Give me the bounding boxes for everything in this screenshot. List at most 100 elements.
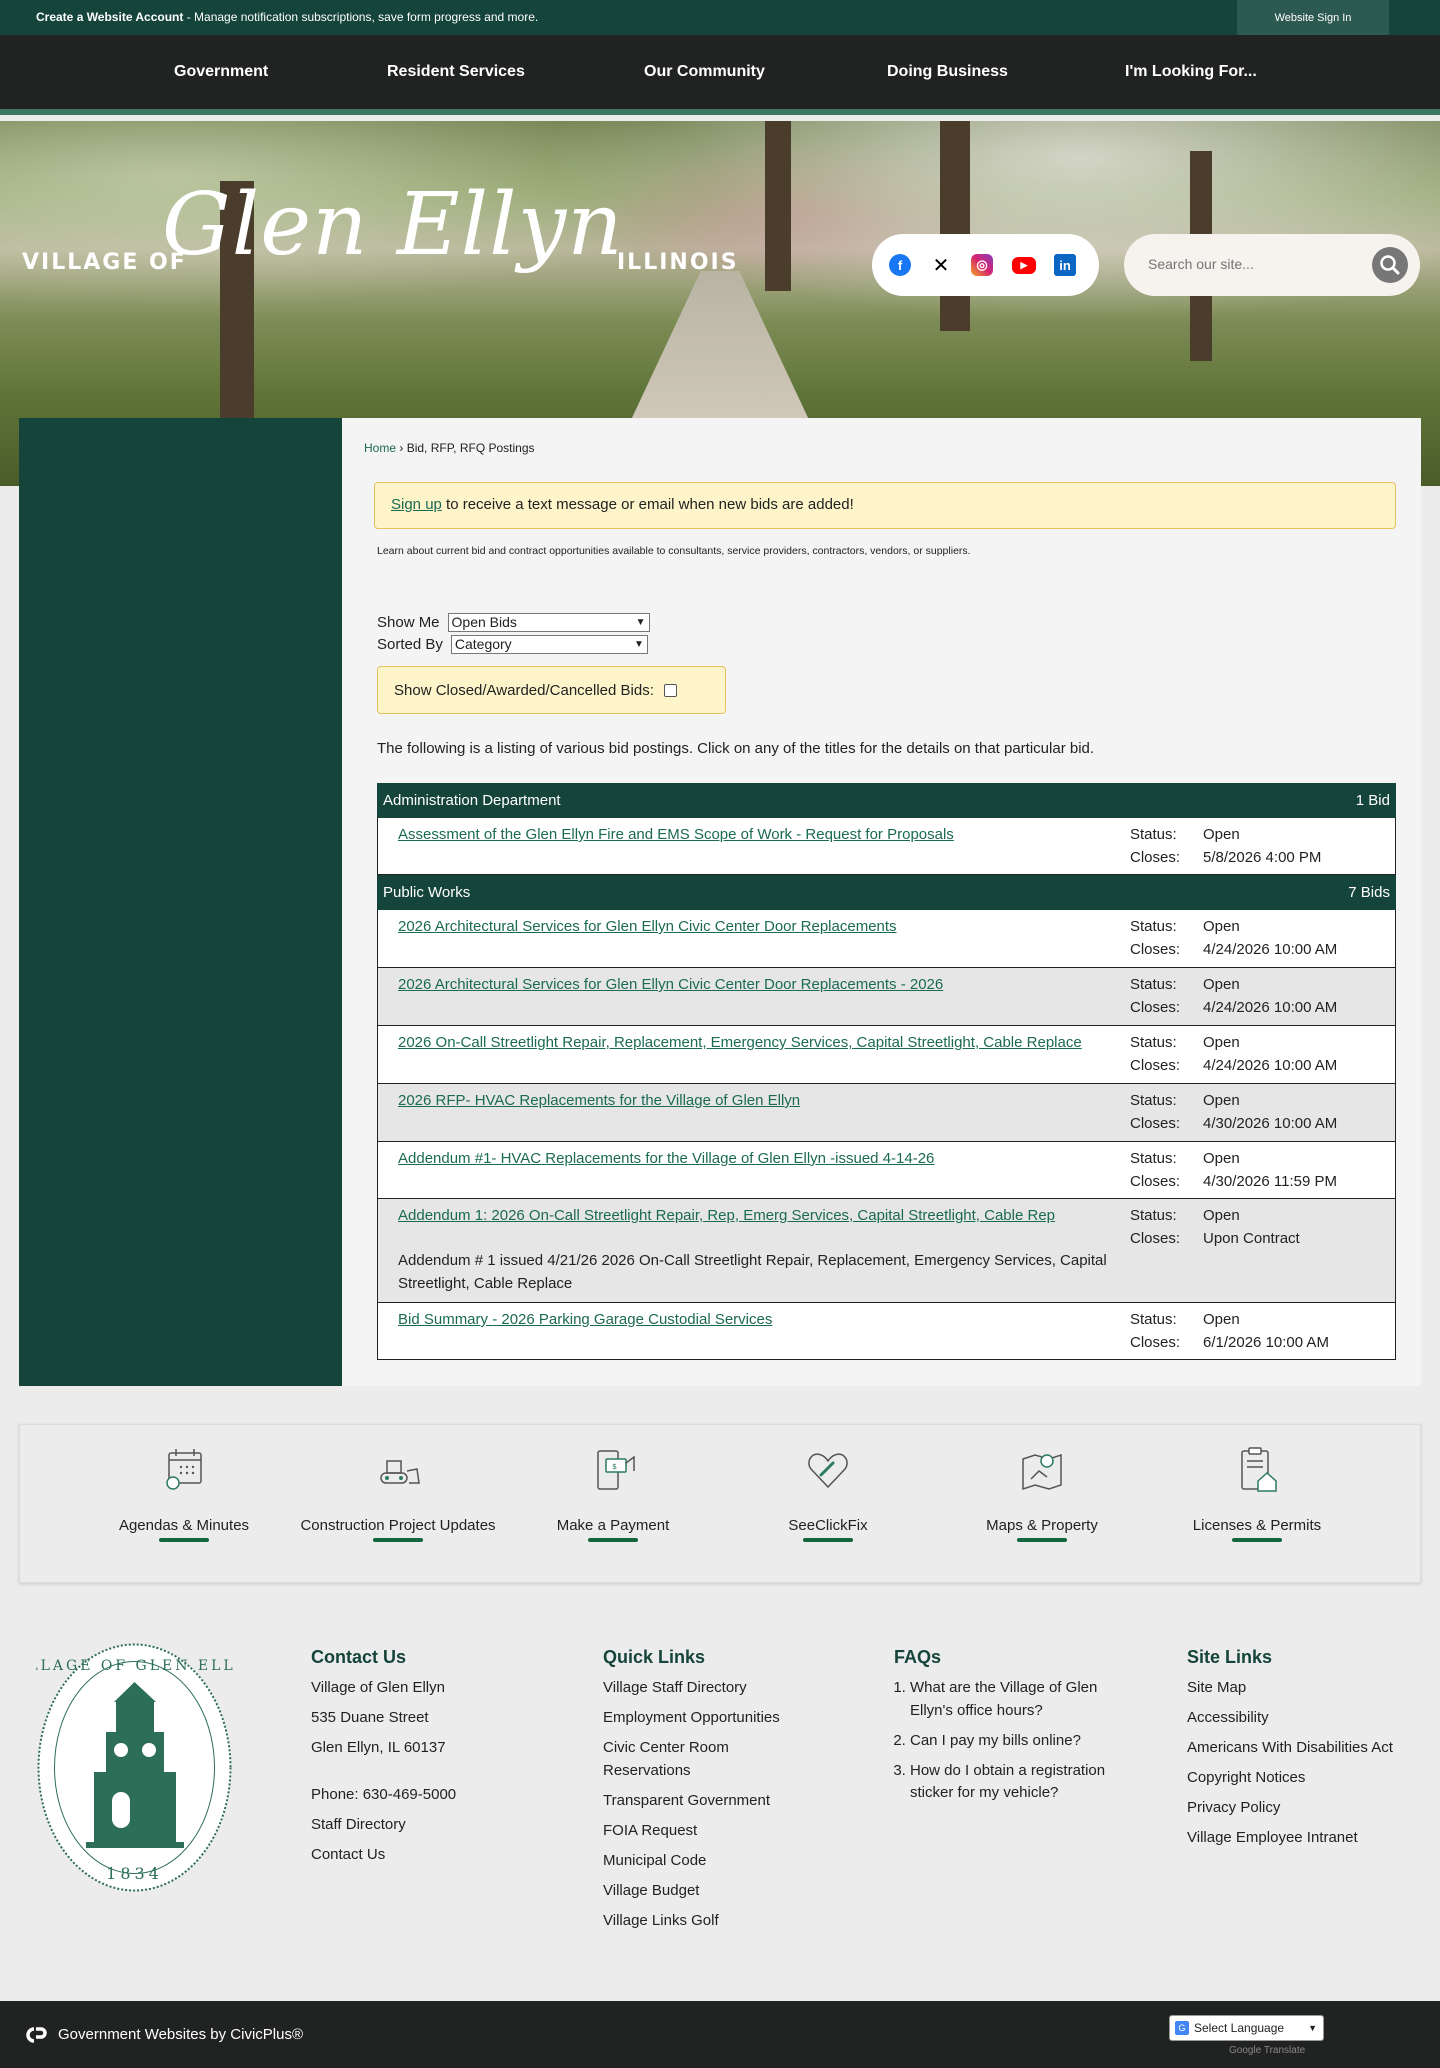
footer-link[interactable]: Village Budget	[603, 1880, 833, 1903]
footer-site-links: Site Links Site Map Accessibility Americ…	[1187, 1645, 1417, 1857]
signup-notice: Sign up to receive a text message or ema…	[374, 482, 1396, 529]
nav-doing-business[interactable]: Doing Business	[887, 35, 1008, 109]
footer-quick-links: Quick Links Village Staff Directory Empl…	[603, 1645, 833, 1940]
nav-our-community[interactable]: Our Community	[644, 35, 765, 109]
footer-link[interactable]: Site Map	[1187, 1677, 1417, 1700]
chevron-down-icon: ▼	[633, 638, 644, 650]
bid-title-link[interactable]: Addendum #1- HVAC Replacements for the V…	[398, 1148, 1128, 1171]
youtube-icon[interactable]: ▶	[1012, 257, 1036, 274]
footer-link[interactable]: Transparent Government	[603, 1790, 833, 1813]
hero-tree-trunk	[940, 121, 970, 331]
x-icon[interactable]: ✕	[930, 254, 952, 277]
bid-status-values: Open Upon Contract	[1203, 1207, 1300, 1247]
faq-item[interactable]: What are the Village of Glen Ellyn's off…	[910, 1677, 1144, 1722]
footer-link[interactable]: FOIA Request	[603, 1820, 833, 1843]
quicklink-construction-updates[interactable]: Construction Project Updates	[298, 1445, 498, 1542]
footer-link[interactable]: Village Staff Directory	[603, 1677, 833, 1700]
bulldozer-icon	[380, 1460, 420, 1484]
search-icon	[1380, 255, 1400, 275]
bid-row: 2026 RFP- HVAC Replacements for the Vill…	[377, 1084, 1396, 1142]
create-account-link[interactable]: Create a Website Account	[36, 10, 183, 24]
quicklink-label: SeeClickFix	[788, 1517, 868, 1534]
quicklink-label: Agendas & Minutes	[118, 1517, 250, 1534]
footer-link[interactable]: Privacy Policy	[1187, 1797, 1417, 1820]
bid-row: 2026 Architectural Services for Glen Ell…	[377, 910, 1396, 968]
footer-link[interactable]: Copyright Notices	[1187, 1767, 1417, 1790]
category-name: Administration Department	[383, 792, 561, 809]
site-logo[interactable]: VILLAGE OF Glen Ellyn ILLINOIS	[22, 175, 737, 325]
signup-notice-text: to receive a text message or email when …	[441, 496, 854, 513]
google-translate-label: Google Translate	[1229, 2045, 1306, 2056]
bid-status-values: Open 4/30/2026 10:00 AM	[1203, 1092, 1338, 1132]
quicklink-make-payment[interactable]: $ Make a Payment	[513, 1445, 713, 1542]
bid-title-link[interactable]: Bid Summary - 2026 Parking Garage Custod…	[398, 1309, 1128, 1332]
footer-link[interactable]: Employment Opportunities	[603, 1707, 833, 1730]
hero-tree-trunk	[765, 121, 791, 291]
bid-status-values: Open 4/24/2026 10:00 AM	[1203, 976, 1338, 1016]
bid-status-labels: Status: Closes:	[1130, 976, 1181, 1016]
quicklink-label: Licenses & Permits	[1192, 1517, 1322, 1534]
bid-filters: Show Me Open Bids ▼ Sorted By Category ▼	[377, 611, 650, 655]
bid-title-link[interactable]: Addendum 1: 2026 On-Call Streetlight Rep…	[398, 1205, 1128, 1228]
show-me-select[interactable]: Open Bids ▼	[447, 612, 650, 632]
quicklink-seeclickfix[interactable]: SeeClickFix	[728, 1445, 928, 1542]
sorted-by-select[interactable]: Category ▼	[450, 634, 648, 654]
bid-title-link[interactable]: 2026 On-Call Streetlight Repair, Replace…	[398, 1032, 1128, 1055]
show-closed-checkbox[interactable]	[663, 683, 677, 697]
create-account-promo[interactable]: Create a Website Account - Manage notifi…	[36, 10, 538, 24]
bid-status-values: Open 4/24/2026 10:00 AM	[1203, 1034, 1338, 1074]
bid-title-link[interactable]: 2026 Architectural Services for Glen Ell…	[398, 916, 1128, 939]
faq-item[interactable]: Can I pay my bills online?	[910, 1730, 1144, 1753]
footer-link[interactable]: Civic Center Room Reservations	[603, 1737, 773, 1782]
language-select[interactable]: G Select Language ▼	[1169, 2015, 1324, 2041]
bid-title-link[interactable]: 2026 Architectural Services for Glen Ell…	[398, 974, 1128, 997]
footer-link[interactable]: Municipal Code	[603, 1850, 833, 1873]
linkedin-icon[interactable]: in	[1054, 254, 1076, 276]
footer-site-heading: Site Links	[1187, 1647, 1273, 1667]
quicklink-agendas-minutes[interactable]: Agendas & Minutes	[84, 1445, 284, 1542]
show-me-label: Show Me	[377, 613, 440, 631]
breadcrumb-home[interactable]: Home	[364, 441, 396, 455]
footer-link[interactable]: Americans With Disabilities Act	[1187, 1737, 1417, 1760]
quicklink-maps-property[interactable]: Maps & Property	[942, 1445, 1142, 1542]
nav-government[interactable]: Government	[174, 35, 268, 109]
civicplus-credit[interactable]: Government Websites by CivicPlus®	[58, 2026, 303, 2043]
contact-phone[interactable]: Phone: 630-469-5000	[311, 1784, 456, 1807]
footer-link[interactable]: Village Links Golf	[603, 1910, 833, 1933]
civicplus-logo-icon[interactable]	[22, 2026, 48, 2044]
instagram-icon[interactable]: ◎	[971, 254, 993, 276]
bid-status-labels: Status: Closes:	[1130, 826, 1181, 866]
bid-row: Addendum #1- HVAC Replacements for the V…	[377, 1142, 1396, 1199]
village-seal-logo[interactable]: VILLAGE OF GLEN ELLYN 1834	[36, 1642, 233, 1893]
seal-text: VILLAGE OF GLEN ELLYN	[36, 1658, 233, 1674]
search-button[interactable]	[1372, 247, 1408, 283]
nav-im-looking-for[interactable]: I'm Looking For...	[1125, 35, 1257, 109]
footer-link[interactable]: Contact Us	[311, 1844, 456, 1867]
footer-quick-heading: Quick Links	[603, 1647, 706, 1667]
contact-line: 535 Duane Street	[311, 1709, 429, 1726]
search-input[interactable]	[1148, 256, 1368, 272]
website-sign-in-button[interactable]: Website Sign In	[1237, 0, 1389, 35]
category-header: Public Works 7 Bids	[377, 875, 1396, 910]
footer-link[interactable]: Accessibility	[1187, 1707, 1417, 1730]
create-account-text: - Manage notification subscriptions, sav…	[183, 10, 539, 24]
signup-link[interactable]: Sign up	[391, 496, 442, 513]
quicklink-label: Construction Project Updates	[300, 1517, 496, 1534]
chevron-down-icon: ▼	[1308, 2023, 1317, 2033]
sorted-by-label: Sorted By	[377, 635, 443, 653]
listing-intro: The following is a listing of various bi…	[377, 740, 1095, 757]
footer-link[interactable]: Village Employee Intranet	[1187, 1827, 1417, 1850]
breadcrumb: Home › Bid, RFP, RFQ Postings	[364, 441, 535, 455]
quicklink-underline	[803, 1538, 853, 1542]
clipboard-house-icon	[1241, 1447, 1277, 1492]
bid-title-link[interactable]: Assessment of the Glen Ellyn Fire and EM…	[398, 824, 1128, 847]
footer-link[interactable]: Staff Directory	[311, 1814, 456, 1837]
secondary-sidebar	[19, 418, 342, 1386]
facebook-icon[interactable]: f	[889, 254, 911, 276]
quicklink-underline	[588, 1538, 638, 1542]
bid-title-link[interactable]: 2026 RFP- HVAC Replacements for the Vill…	[398, 1090, 1128, 1113]
faq-item[interactable]: How do I obtain a registration sticker f…	[910, 1760, 1110, 1805]
language-select-label: Select Language	[1194, 2021, 1285, 2035]
nav-resident-services[interactable]: Resident Services	[387, 35, 525, 109]
quicklink-licenses-permits[interactable]: Licenses & Permits	[1157, 1445, 1357, 1542]
